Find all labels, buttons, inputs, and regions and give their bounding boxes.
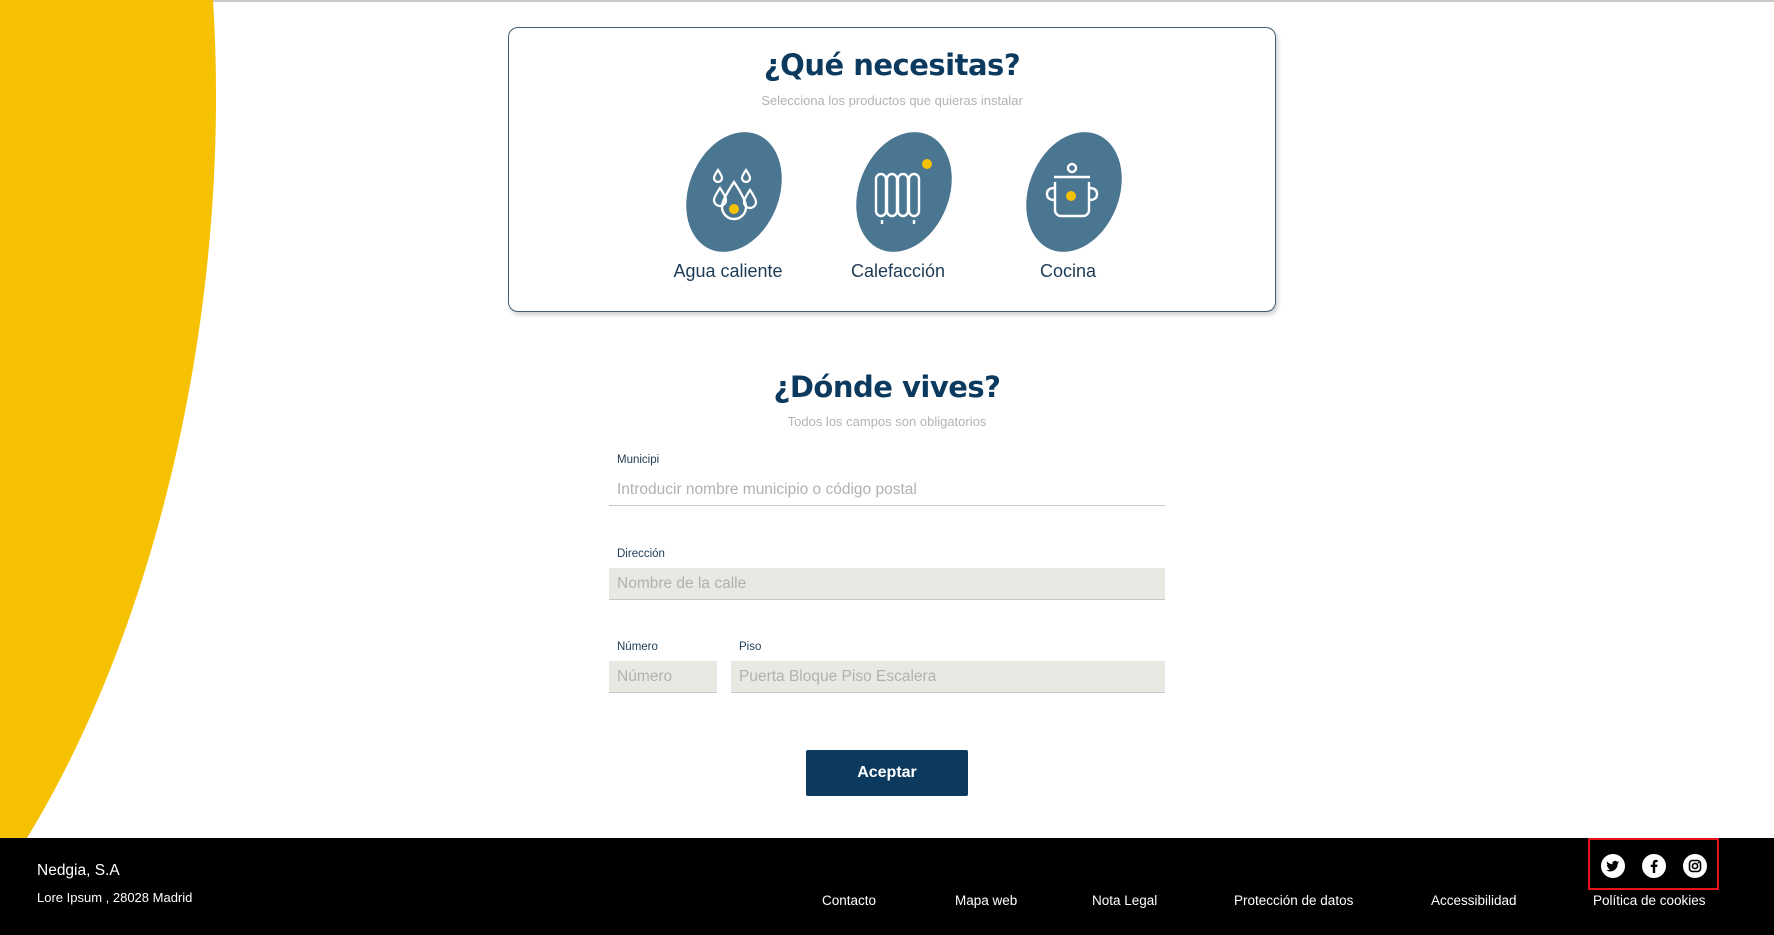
footer-link-mapa-web[interactable]: Mapa web	[955, 893, 1017, 908]
product-agua-caliente[interactable]: Agua caliente	[643, 130, 813, 290]
municipio-label: Municipi	[617, 454, 660, 466]
product-selection-card: ¿Qué necesitas? Selecciona los productos…	[508, 27, 1276, 312]
direccion-label: Dirección	[617, 548, 665, 560]
numero-label: Número	[617, 641, 658, 653]
accept-button[interactable]: Aceptar	[806, 750, 968, 796]
piso-label: Piso	[739, 641, 762, 653]
social-links-group	[1588, 838, 1719, 890]
footer-link-contacto[interactable]: Contacto	[822, 893, 876, 908]
top-divider	[0, 0, 1774, 2]
address-title: ¿Dónde vives?	[773, 370, 1002, 404]
water-drops-icon	[686, 132, 782, 252]
numero-input[interactable]	[609, 661, 717, 693]
radiator-icon	[856, 132, 952, 252]
footer: Nedgia, S.A Lore Ipsum , 28028 Madrid Co…	[0, 838, 1774, 935]
company-address: Lore Ipsum , 28028 Madrid	[37, 890, 193, 905]
footer-link-proteccion-datos[interactable]: Protección de datos	[1234, 893, 1353, 908]
address-subtitle: Todos los campos son obligatorios	[787, 414, 987, 429]
instagram-icon[interactable]	[1683, 854, 1707, 878]
product-label: Calefacción	[850, 261, 946, 281]
facebook-icon[interactable]	[1642, 854, 1666, 878]
needs-title: ¿Qué necesitas?	[763, 48, 1021, 82]
page: ¿Qué necesitas? Selecciona los productos…	[0, 0, 1774, 935]
product-calefaccion[interactable]: Calefacción	[813, 130, 983, 290]
needs-subtitle: Selecciona los productos que quieras ins…	[761, 93, 1023, 108]
product-cocina[interactable]: Cocina	[983, 130, 1153, 290]
footer-link-nota-legal[interactable]: Nota Legal	[1092, 893, 1157, 908]
cooking-pot-icon	[1026, 132, 1122, 252]
footer-link-politica-cookies[interactable]: Política de cookies	[1593, 893, 1706, 908]
product-label: Agua caliente	[673, 261, 783, 281]
piso-input[interactable]	[731, 661, 1165, 693]
company-name: Nedgia, S.A	[37, 862, 120, 879]
municipio-input[interactable]	[609, 474, 1165, 506]
footer-link-accesibilidad[interactable]: Accessibilidad	[1431, 893, 1517, 908]
twitter-icon[interactable]	[1601, 854, 1625, 878]
product-label: Cocina	[1039, 261, 1097, 281]
direccion-input[interactable]	[609, 568, 1165, 600]
